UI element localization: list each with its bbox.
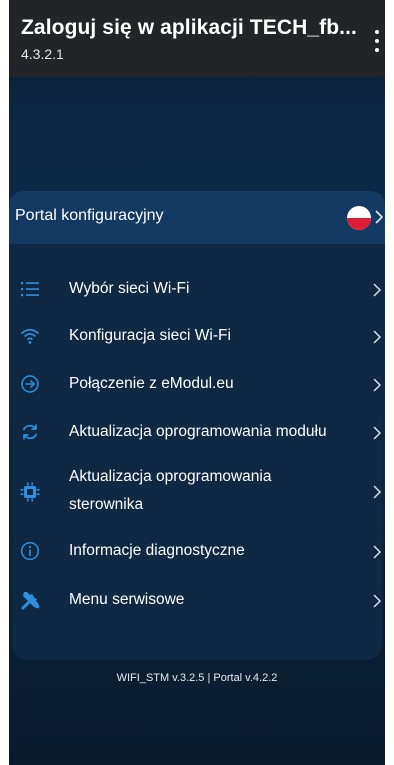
chevron-right-icon — [375, 210, 383, 224]
tools-icon — [21, 592, 40, 610]
menu-item-wifi-selection[interactable]: Wybór sieci Wi-Fi — [12, 274, 382, 304]
menu-item-module-update[interactable]: Aktualizacja oprogramowania modułu — [12, 417, 382, 447]
app-bar: Zaloguj się w aplikacji TECH_fb... 4.3.2… — [9, 0, 385, 77]
info-icon — [20, 541, 40, 561]
chevron-right-icon — [373, 330, 382, 344]
menu-item-label: Połączenie z eModul.eu — [69, 375, 234, 392]
list-icon — [21, 282, 39, 297]
menu-item-label: Wybór sieci Wi-Fi — [69, 280, 190, 297]
chevron-right-icon — [373, 545, 382, 559]
menu-item-label-line2: sterownika — [69, 496, 144, 513]
wifi-icon — [20, 328, 40, 344]
more-vert-icon[interactable] — [371, 30, 383, 52]
app-bar-title: Zaloguj się w aplikacji TECH_fb... — [21, 16, 357, 39]
version-footer: WIFI_STM v.3.2.5 | Portal v.4.2.2 — [116, 672, 278, 684]
portal-header: Portal konfiguracyjny — [9, 191, 385, 244]
chevron-right-icon — [373, 283, 382, 297]
language-selector[interactable] — [345, 203, 385, 231]
chevron-right-icon — [373, 485, 382, 499]
chip-icon — [20, 482, 40, 502]
menu-item-label: Informacje diagnostyczne — [69, 542, 245, 559]
app-bar-subtitle: 4.3.2.1 — [21, 46, 64, 62]
chevron-right-icon — [373, 594, 382, 608]
menu-item-service-menu[interactable]: Menu serwisowe — [12, 585, 382, 615]
menu-item-label: Menu serwisowe — [69, 591, 185, 608]
menu-item-emodul-connection[interactable]: Połączenie z eModul.eu — [12, 369, 382, 399]
arrow-circle-icon — [21, 375, 39, 393]
chevron-right-icon — [373, 378, 382, 392]
menu-item-controller-update[interactable]: Aktualizacja oprogramowania sterownika — [12, 465, 382, 517]
menu-item-label: Aktualizacja oprogramowania modułu — [69, 423, 327, 440]
poland-flag-icon — [347, 206, 371, 230]
menu-card: Wybór sieci Wi-Fi Konfiguracja sieci Wi-… — [12, 252, 382, 660]
portal-title: Portal konfiguracyjny — [15, 207, 164, 224]
menu-item-wifi-config[interactable]: Konfiguracja sieci Wi-Fi — [12, 321, 382, 351]
chevron-right-icon — [373, 426, 382, 440]
menu-item-diagnostics[interactable]: Informacje diagnostyczne — [12, 536, 382, 566]
menu-item-label: Konfiguracja sieci Wi-Fi — [69, 327, 231, 344]
app-screen: Zaloguj się w aplikacji TECH_fb... 4.3.2… — [9, 0, 385, 765]
sync-icon — [22, 424, 38, 440]
menu-item-label-line1: Aktualizacja oprogramowania — [69, 468, 272, 485]
